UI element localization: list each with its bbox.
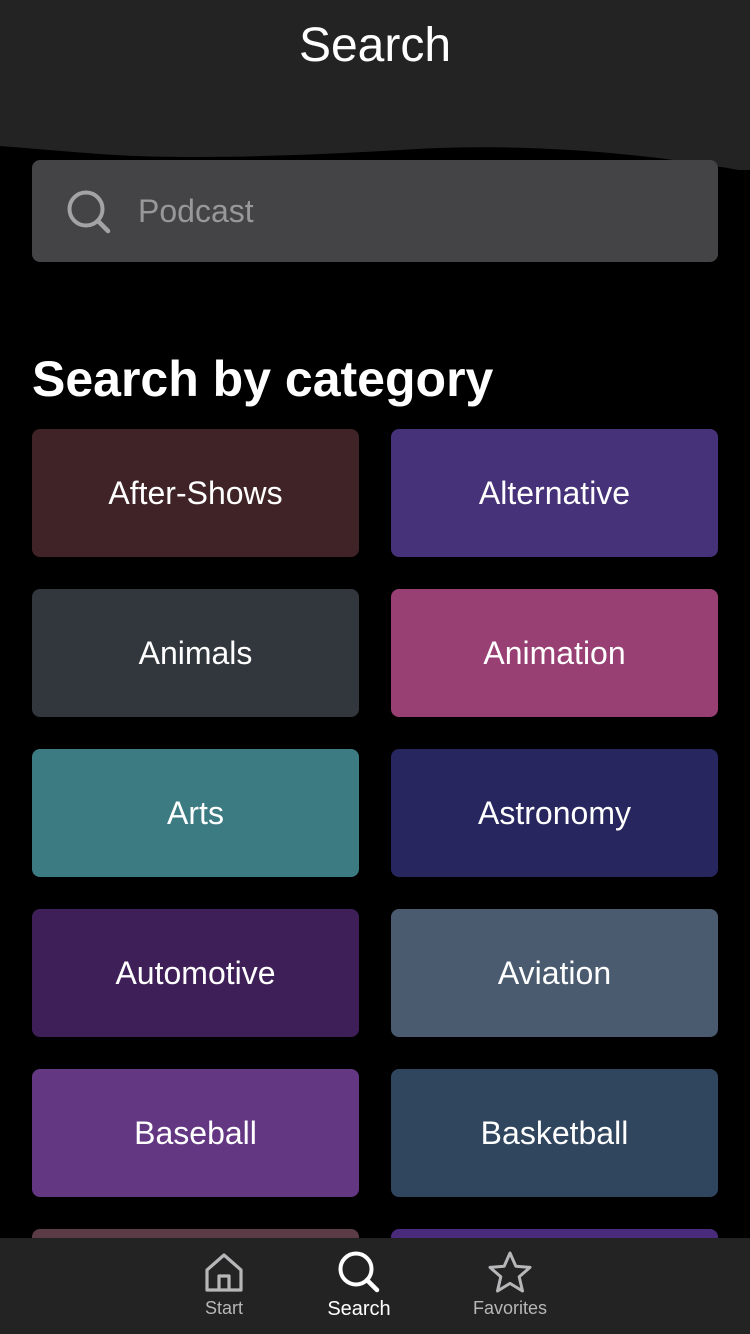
search-input[interactable] [138,160,698,262]
category-tile[interactable]: Astronomy [391,749,718,877]
search-icon [338,1251,380,1293]
category-tile[interactable]: Animation [391,589,718,717]
tab-favorites-label: Favorites [472,1298,548,1318]
category-tile[interactable]: Aviation [391,909,718,1037]
category-tile[interactable]: Arts [32,749,359,877]
page-title: Search [298,19,452,72]
home-icon [205,1253,243,1292]
tab-start[interactable]: Start [184,1238,264,1334]
category-tile[interactable]: Automotive [32,909,359,1037]
category-tile[interactable]: Basketball [391,1069,718,1197]
search-screen: Search Search by category After-ShowsAlt… [0,0,750,1334]
tab-search[interactable]: Search [314,1238,404,1334]
category-tile[interactable]: After-Shows [32,429,359,557]
tab-bar: Start Search Favorites [0,1238,750,1334]
tab-start-label: Start [204,1298,243,1318]
category-tile[interactable]: Baseball [32,1069,359,1197]
search-icon [67,190,111,234]
star-icon [488,1251,532,1293]
category-grid: After-Shows Alternative Animals Animation Ar… [32,429,718,1334]
category-tile[interactable]: Alternative [391,429,718,557]
category-tile[interactable]: Animals [32,589,359,717]
tab-favorites[interactable]: Favorites [460,1238,560,1334]
tab-search-label: Search [327,1298,391,1320]
section-title: Search by category [32,351,494,407]
